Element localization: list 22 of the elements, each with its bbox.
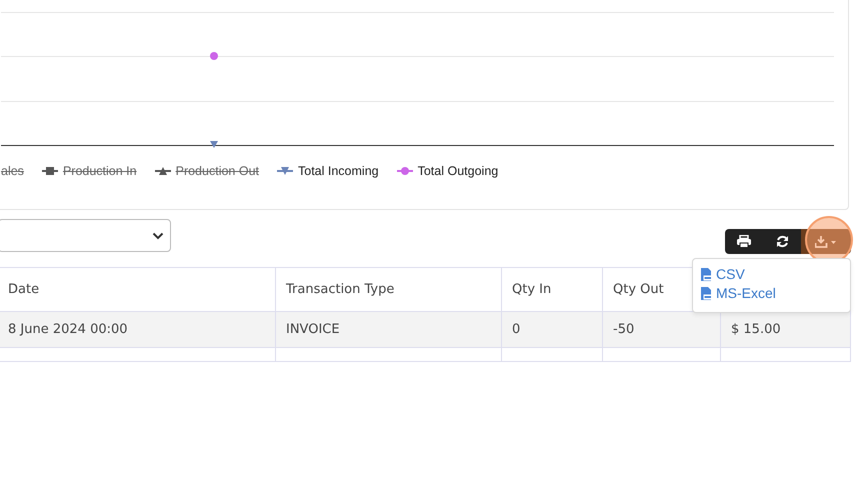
legend-label[interactable]: ales	[1, 164, 24, 178]
print-icon	[737, 235, 751, 248]
legend-label[interactable]: Total Incoming	[298, 164, 379, 178]
table-cell: INVOICE	[276, 312, 502, 348]
legend-label[interactable]: Production Out	[176, 164, 259, 178]
download-button[interactable]	[801, 229, 851, 254]
legend-label[interactable]: Production In	[62, 164, 137, 178]
table-cell: 8 June 2024 00:00	[0, 312, 276, 348]
table-cell: -50	[602, 312, 720, 348]
file-icon	[701, 287, 712, 300]
print-button[interactable]	[725, 229, 763, 254]
legend-label[interactable]: Total Outgoing	[418, 164, 498, 178]
refresh-button[interactable]	[763, 229, 801, 254]
column-header: Date	[0, 268, 276, 312]
table-cell: $ 15.00	[720, 312, 850, 348]
column-header: Transaction Type	[276, 268, 502, 312]
refresh-icon	[776, 235, 788, 248]
select-field[interactable]	[0, 219, 171, 252]
download-icon	[815, 236, 837, 248]
file-icon	[701, 268, 712, 281]
chevron-down-icon	[152, 232, 164, 240]
table-cell: 0	[502, 312, 602, 348]
